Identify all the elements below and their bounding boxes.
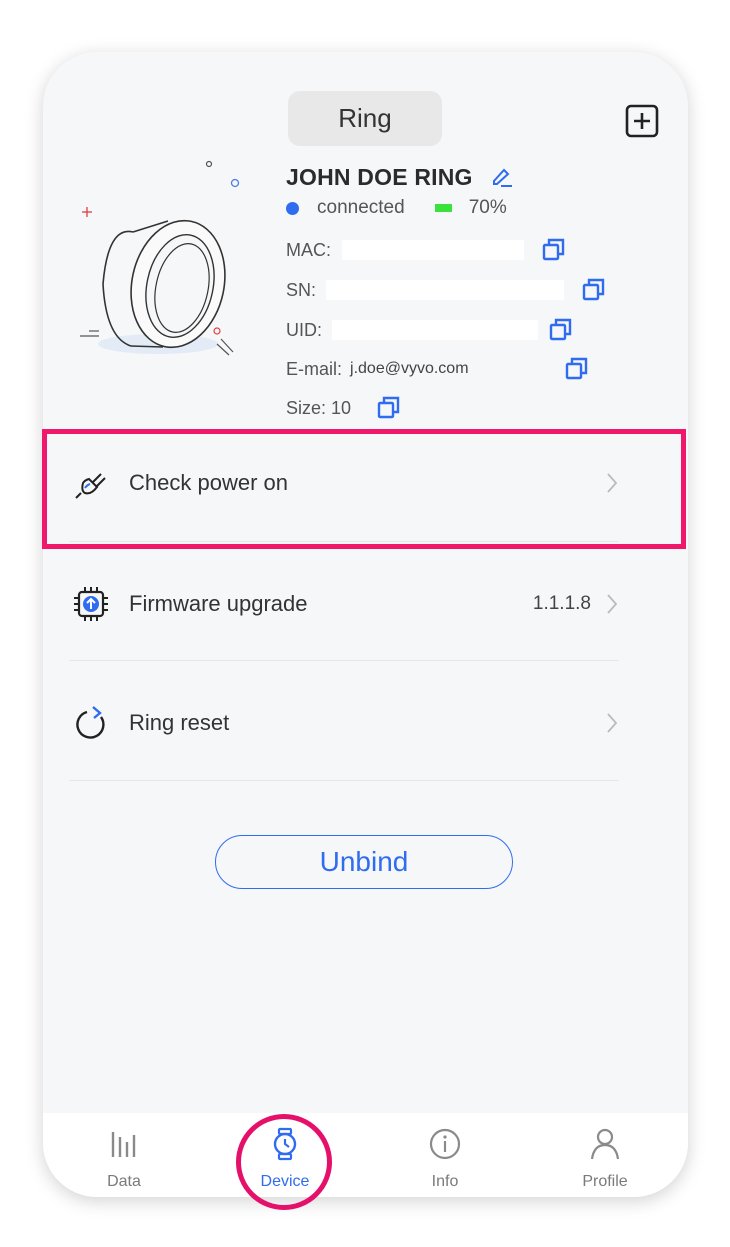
status-dot bbox=[286, 201, 299, 215]
chevron-right-icon bbox=[607, 594, 618, 614]
menu-right bbox=[605, 663, 619, 783]
uid-label: UID: bbox=[286, 319, 322, 340]
menu-label-reset: Ring reset bbox=[129, 710, 230, 735]
sn-value bbox=[326, 280, 564, 300]
reset-icon bbox=[76, 706, 105, 739]
nav-profile[interactable]: Profile bbox=[545, 1113, 665, 1197]
phone-screen: Ring JOHN DOE RING connected 70% MAC: SN… bbox=[43, 52, 688, 1197]
nav-label-profile: Profile bbox=[582, 1173, 628, 1190]
copy-email-icon[interactable] bbox=[564, 356, 590, 382]
ring-illustration-icon bbox=[80, 160, 240, 356]
chip-upload-icon bbox=[74, 587, 108, 621]
uid-value bbox=[332, 320, 538, 340]
battery-icon bbox=[434, 204, 452, 212]
connection-status: connected 70% bbox=[286, 197, 507, 219]
copy-uid-icon[interactable] bbox=[548, 317, 574, 343]
nav-info[interactable]: Info bbox=[385, 1113, 505, 1197]
unbind-button[interactable]: Unbind bbox=[215, 835, 513, 889]
mac-label: MAC: bbox=[286, 239, 331, 260]
size-label: Size: 10 bbox=[286, 397, 352, 418]
status-text: connected bbox=[317, 197, 405, 218]
chevron-right-icon bbox=[607, 713, 618, 733]
menu-right: 1.1.1.8 bbox=[533, 544, 619, 664]
battery-percent: 70% bbox=[468, 197, 507, 218]
device-name: JOHN DOE RING bbox=[286, 164, 473, 190]
edit-name-icon[interactable] bbox=[490, 164, 514, 188]
mac-value bbox=[342, 240, 524, 260]
menu-label-firmware: Firmware upgrade bbox=[129, 591, 308, 616]
nav-data[interactable]: Data bbox=[64, 1113, 184, 1197]
divider bbox=[69, 780, 619, 781]
email-label: E-mail: bbox=[286, 358, 343, 379]
divider bbox=[69, 660, 619, 661]
sn-label: SN: bbox=[286, 279, 317, 300]
email-field: E-mail: j.doe@vyvo.com bbox=[286, 356, 469, 382]
nav-label-info: Info bbox=[431, 1173, 459, 1190]
bottom-nav: Data Device Info Profile bbox=[43, 1113, 688, 1197]
firmware-version: 1.1.1.8 bbox=[532, 593, 591, 614]
menu-firmware-upgrade[interactable]: Firmware upgrade 1.1.1.8 bbox=[69, 544, 619, 664]
email-value: j.doe@vyvo.com bbox=[350, 360, 469, 377]
add-device-icon[interactable] bbox=[625, 104, 659, 138]
info-icon bbox=[429, 1128, 461, 1160]
menu-ring-reset[interactable]: Ring reset bbox=[69, 663, 619, 783]
copy-size-icon[interactable] bbox=[376, 395, 402, 421]
ring-tab[interactable]: Ring bbox=[288, 91, 442, 146]
copy-sn-icon[interactable] bbox=[581, 277, 607, 303]
highlight-annotation bbox=[42, 429, 686, 549]
nav-label-data: Data bbox=[107, 1173, 141, 1190]
person-icon bbox=[590, 1128, 620, 1160]
bars-icon bbox=[111, 1132, 136, 1157]
highlight-circle-annotation bbox=[236, 1114, 332, 1210]
copy-mac-icon[interactable] bbox=[541, 237, 567, 263]
